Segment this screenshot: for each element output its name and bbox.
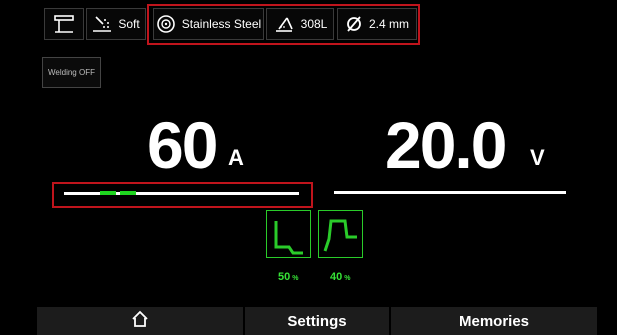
mode-1-percent-unit: % <box>292 275 299 282</box>
mode-2-percent: 40% <box>330 271 350 283</box>
mode-1-percent: 50% <box>278 271 298 283</box>
material-label: Stainless Steel <box>181 17 262 31</box>
voltage-level-track <box>334 191 566 194</box>
welder-display: Soft Stainless Steel 308L 2.4 mm Welding… <box>0 0 617 335</box>
mode-button-1[interactable] <box>266 210 311 258</box>
welding-process-icon <box>53 14 75 34</box>
filler-wire-label: 308L <box>300 17 328 31</box>
diameter-label: 2.4 mm <box>368 17 409 31</box>
home-icon <box>130 310 150 332</box>
home-button[interactable] <box>37 307 243 335</box>
pulse-down-slope-icon <box>267 221 310 261</box>
process-button[interactable] <box>44 8 84 40</box>
memories-button[interactable]: Memories <box>391 307 597 335</box>
filler-wire-icon <box>273 15 295 33</box>
welding-state-button[interactable]: Welding OFF <box>42 57 101 88</box>
diameter-button[interactable]: 2.4 mm <box>337 8 417 40</box>
current-unit: A <box>228 145 244 170</box>
mode-button-2[interactable] <box>318 210 363 258</box>
voltage-value: 20.0 <box>385 108 507 182</box>
current-level-segment <box>100 191 116 195</box>
arc-character-label: Soft <box>118 17 140 31</box>
material-spool-icon <box>156 14 176 34</box>
material-button[interactable]: Stainless Steel <box>153 8 264 40</box>
mode-2-percent-value: 40 <box>330 271 343 283</box>
arc-character-icon <box>92 15 112 33</box>
arc-character-button[interactable]: Soft <box>86 8 146 40</box>
mode-2-percent-unit: % <box>344 275 351 282</box>
current-level-segment <box>120 191 136 195</box>
filler-wire-button[interactable]: 308L <box>266 8 334 40</box>
current-value: 60 <box>147 108 218 182</box>
mode-1-percent-value: 50 <box>278 271 291 283</box>
current-bar-highlight-box <box>52 182 313 208</box>
diameter-icon <box>345 15 363 33</box>
voltage-unit: V <box>530 145 545 170</box>
pulse-up-slope-icon <box>319 219 362 261</box>
settings-button[interactable]: Settings <box>245 307 389 335</box>
